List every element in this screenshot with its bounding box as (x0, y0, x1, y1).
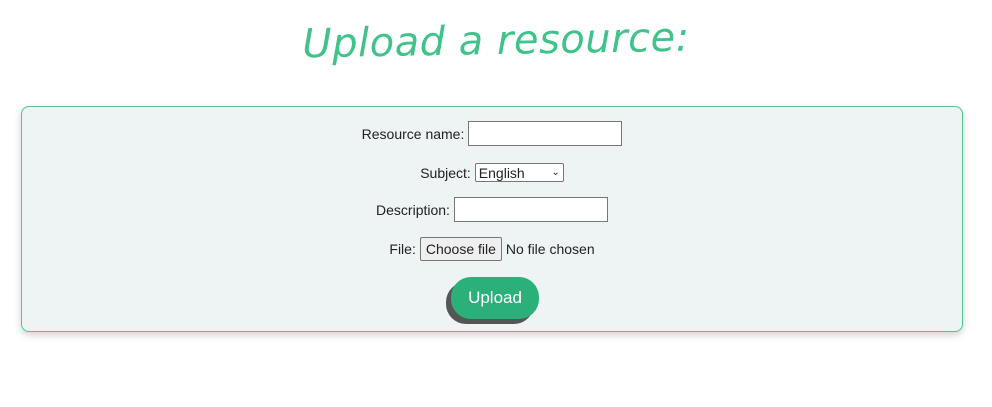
description-input[interactable] (453, 197, 608, 222)
subject-selected-value: English (478, 164, 525, 181)
subject-label: Subject: (420, 164, 471, 181)
upload-button[interactable]: Upload (451, 277, 539, 319)
upload-button-wrap: Upload (22, 277, 962, 319)
file-row: File: Choose file No file chosen (22, 237, 962, 261)
description-label: Description: (376, 201, 450, 218)
file-label: File: (389, 241, 416, 257)
resource-name-label: Resource name: (361, 125, 465, 142)
page-title: Upload a resource: (301, 14, 691, 68)
subject-select[interactable]: English ⌄ (474, 163, 564, 182)
resource-name-row: Resource name: (22, 121, 962, 146)
description-row: Description: (22, 197, 962, 222)
subject-row: Subject: English ⌄ (22, 163, 962, 182)
file-status-text: No file chosen (505, 241, 595, 257)
resource-name-input[interactable] (468, 121, 623, 146)
upload-resource-form: Resource name: Subject: English ⌄ Descri… (21, 106, 963, 332)
choose-file-button[interactable]: Choose file (419, 237, 502, 261)
chevron-down-icon: ⌄ (551, 166, 560, 178)
